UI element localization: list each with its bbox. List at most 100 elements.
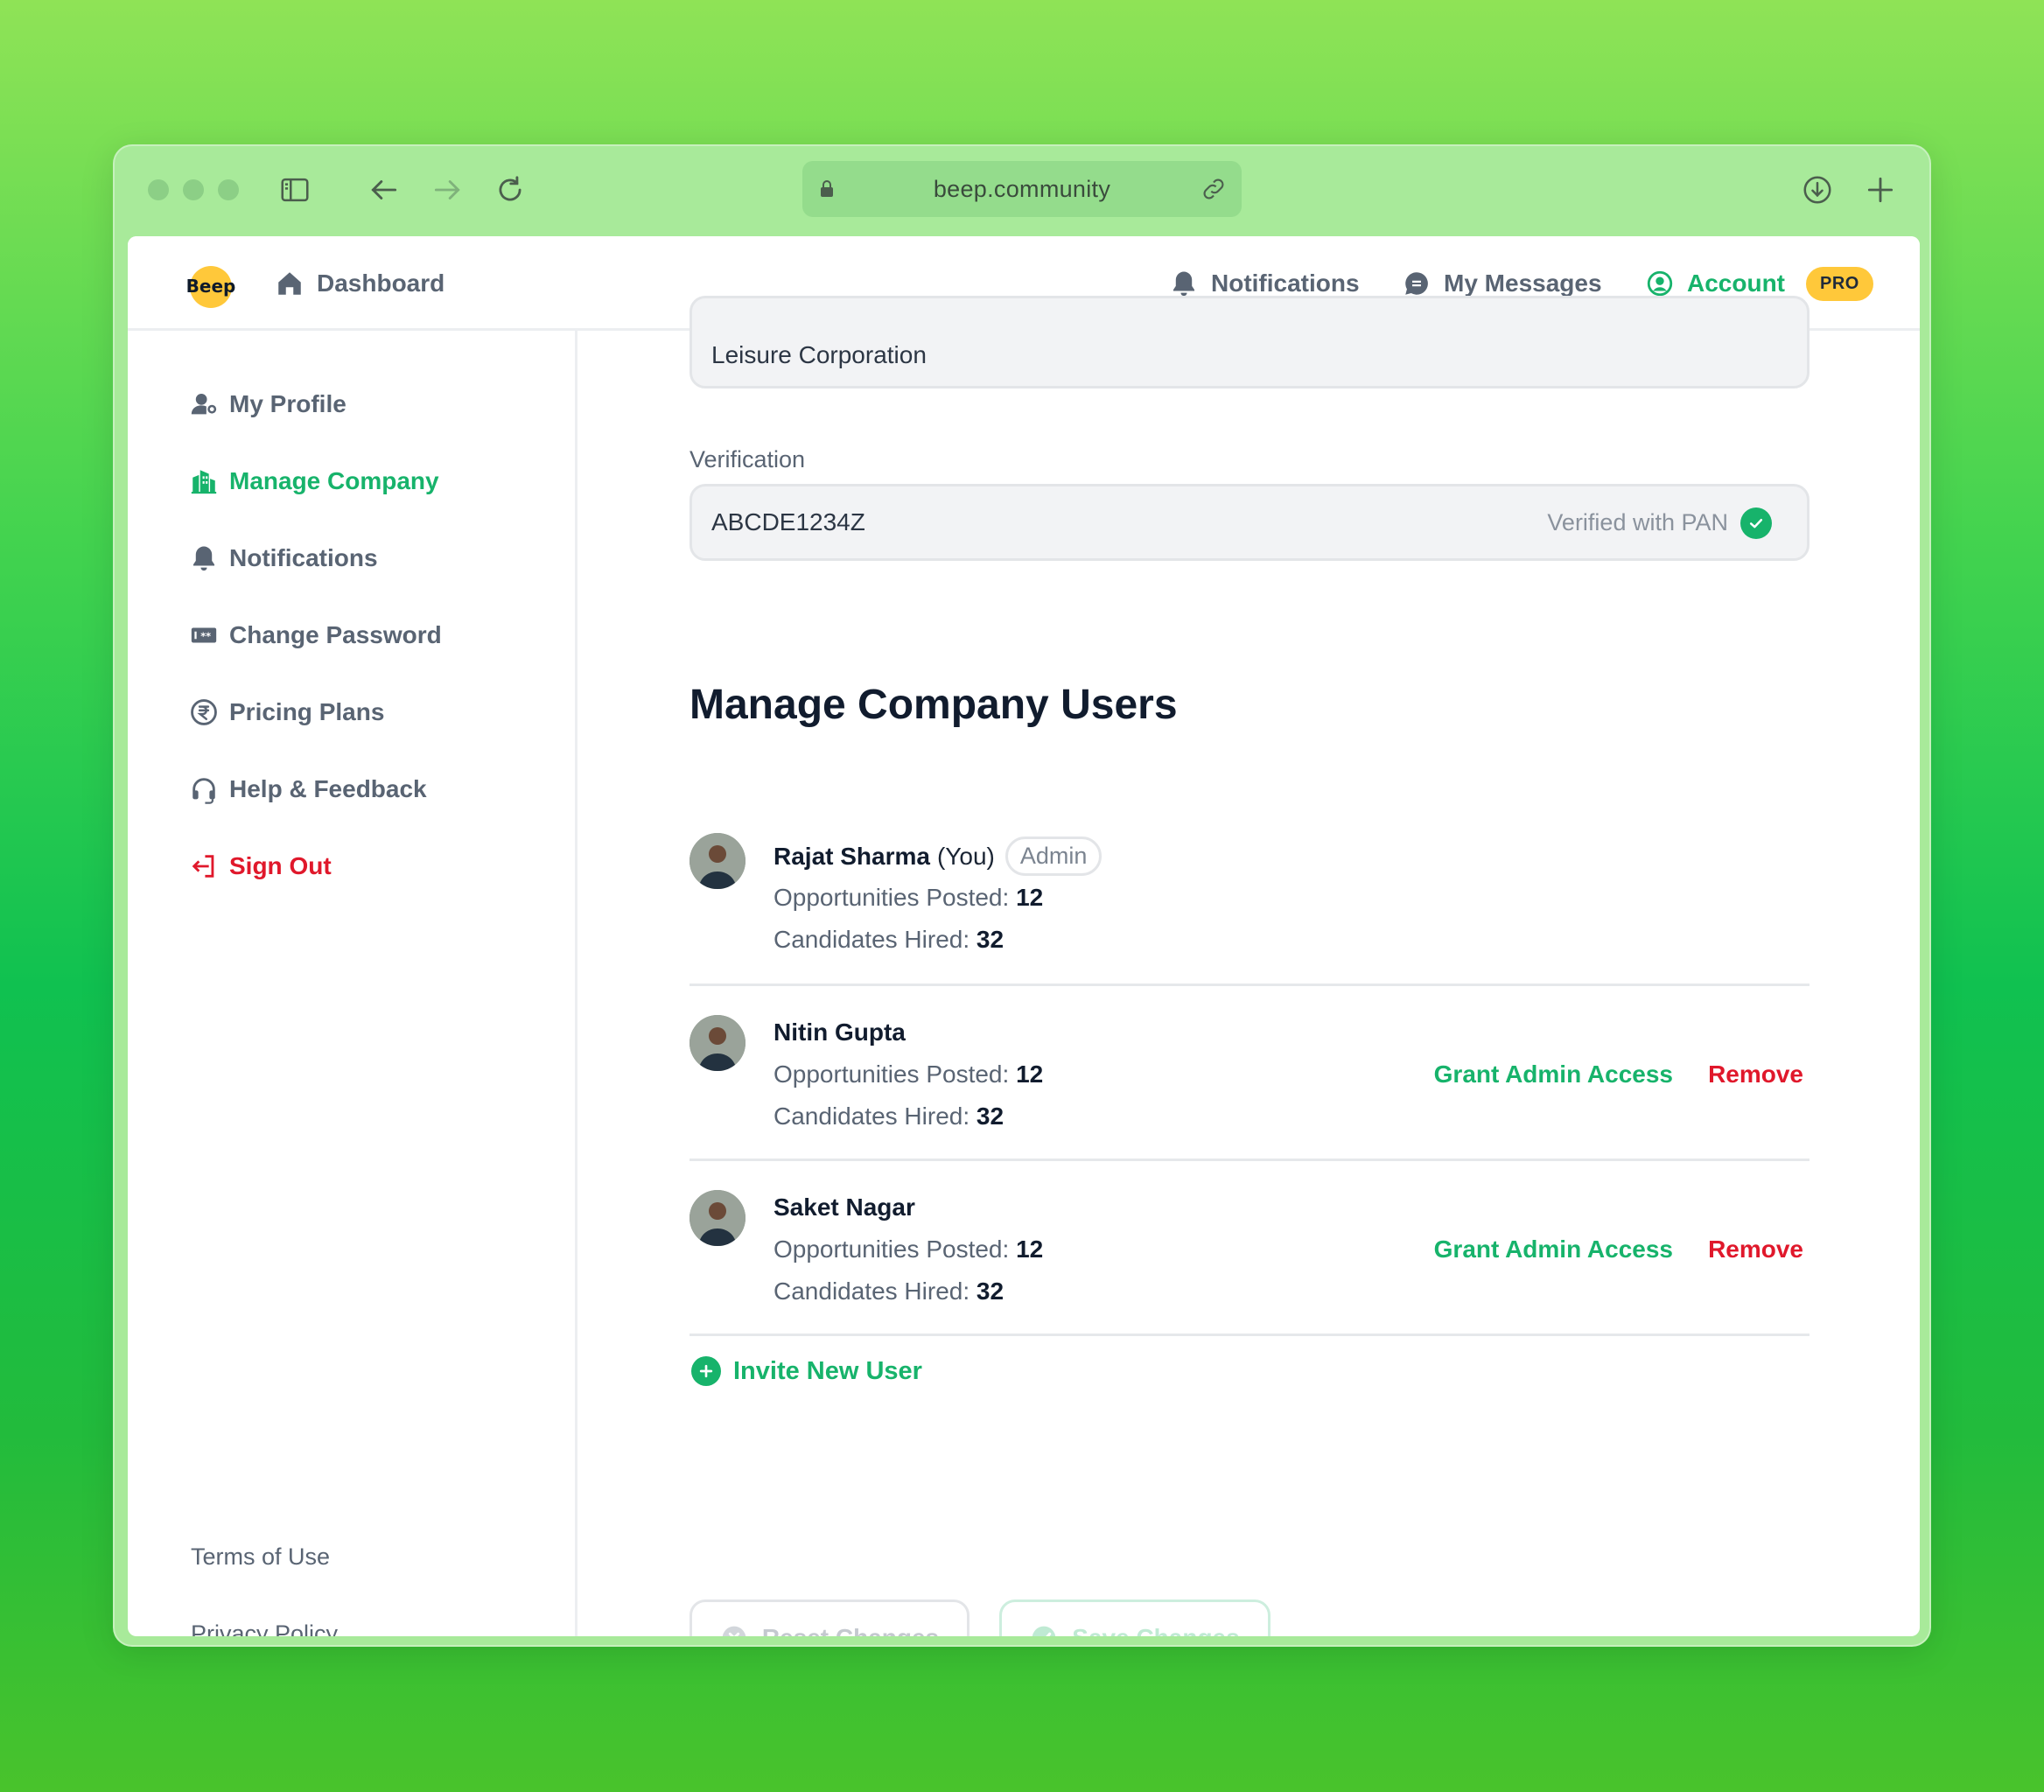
sidebar-item-label: Manage Company: [229, 467, 439, 494]
sidebar-item-change-password[interactable]: ** Change Password: [189, 616, 442, 654]
sidebar-toggle-icon[interactable]: [274, 169, 316, 211]
main-content: Leisure Corporation Verification ABCDE12…: [580, 296, 1920, 1636]
reload-icon[interactable]: [489, 169, 531, 211]
building-icon: [191, 470, 217, 494]
x-circle-icon: [722, 1626, 746, 1636]
remove-user-button[interactable]: Remove: [1708, 1236, 1803, 1264]
nav-notifications-label: Notifications: [1211, 270, 1360, 297]
user-name-text: Saket Nagar: [774, 1194, 915, 1221]
user-name: Rajat Sharma (You) Admin: [774, 836, 1102, 876]
invite-label: Invite New User: [733, 1356, 922, 1385]
nav-dashboard-label: Dashboard: [317, 270, 445, 297]
hired-value: 32: [976, 926, 1004, 953]
candidates-hired: Candidates Hired: 32: [774, 1278, 1004, 1306]
sidebar-item-label: Notifications: [229, 544, 378, 571]
company-name-input[interactable]: Leisure Corporation: [690, 296, 1810, 388]
link-icon[interactable]: [1200, 175, 1228, 203]
user-name-text: Rajat Sharma: [774, 842, 930, 870]
row-divider: [690, 1158, 1810, 1161]
address-bar[interactable]: beep.community: [802, 161, 1242, 217]
sidebar-item-label: Pricing Plans: [229, 698, 385, 725]
pro-badge: PRO: [1806, 266, 1873, 301]
nav-account-label: Account: [1687, 270, 1785, 297]
nav-dashboard[interactable]: Dashboard: [275, 236, 444, 331]
company-name-value: Leisure Corporation: [711, 341, 927, 368]
browser-toolbar: beep.community: [115, 146, 1929, 236]
save-changes-button[interactable]: Save Changes: [999, 1600, 1270, 1636]
candidates-hired: Candidates Hired: 32: [774, 926, 1004, 954]
download-icon[interactable]: [1796, 169, 1838, 211]
section-title-users: Manage Company Users: [690, 682, 1178, 728]
candidates-hired: Candidates Hired: 32: [774, 1102, 1004, 1130]
minimize-window-dot[interactable]: [183, 179, 204, 200]
hired-label: Candidates Hired:: [774, 1278, 970, 1305]
app-window: Beep Dashboard Notifications My Messages…: [128, 236, 1920, 1636]
hired-value: 32: [976, 1102, 1004, 1130]
password-icon: **: [191, 627, 217, 643]
save-label: Save Changes: [1072, 1624, 1239, 1636]
avatar[interactable]: [690, 833, 746, 889]
sidebar-item-label: Help & Feedback: [229, 775, 427, 802]
sign-out-icon: [192, 855, 214, 878]
user-name: Nitin Gupta: [774, 1018, 906, 1046]
posted-label: Opportunities Posted:: [774, 1060, 1010, 1088]
you-label: (You): [936, 842, 995, 870]
beep-logo[interactable]: Beep: [184, 259, 238, 310]
sidebar-item-notifications[interactable]: Notifications: [189, 539, 378, 578]
privacy-link[interactable]: Privacy Policy: [191, 1620, 338, 1636]
posted-value: 12: [1016, 1236, 1044, 1263]
sidebar-item-help-feedback[interactable]: Help & Feedback: [189, 770, 427, 808]
invite-new-user-button[interactable]: Invite New User: [691, 1356, 922, 1386]
plus-circle-icon: [691, 1356, 721, 1386]
forward-arrow-icon[interactable]: [426, 169, 468, 211]
grant-admin-button[interactable]: Grant Admin Access: [1434, 1060, 1673, 1088]
sidebar-item-my-profile[interactable]: My Profile: [189, 385, 346, 424]
maximize-window-dot[interactable]: [218, 179, 239, 200]
grant-admin-button[interactable]: Grant Admin Access: [1434, 1236, 1673, 1264]
verification-label: Verification: [690, 446, 806, 472]
sidebar-item-label: My Profile: [229, 390, 346, 417]
sidebar-item-sign-out[interactable]: Sign Out: [189, 847, 332, 886]
verification-value: ABCDE1234Z: [711, 508, 865, 536]
back-arrow-icon[interactable]: [363, 169, 405, 211]
message-icon: [1405, 272, 1428, 295]
svg-text:**: **: [200, 630, 211, 642]
url-text: beep.community: [933, 175, 1111, 202]
close-window-dot[interactable]: [148, 179, 169, 200]
posted-value: 12: [1016, 1060, 1044, 1088]
check-circle-icon: [1032, 1626, 1056, 1636]
account-icon: [1647, 270, 1673, 297]
browser-window: beep.community Beep Dashboard Notificati…: [113, 144, 1931, 1647]
opportunities-posted: Opportunities Posted: 12: [774, 1060, 1043, 1088]
new-tab-plus-icon[interactable]: [1859, 169, 1901, 211]
terms-link[interactable]: Terms of Use: [191, 1544, 330, 1571]
user-gear-icon: [191, 393, 217, 415]
avatar[interactable]: [690, 1190, 746, 1246]
verified-status-text: Verified with PAN: [1547, 509, 1728, 536]
hired-value: 32: [976, 1278, 1004, 1305]
hired-label: Candidates Hired:: [774, 1102, 970, 1130]
user-name-text: Nitin Gupta: [774, 1018, 906, 1046]
svg-text:Beep: Beep: [186, 276, 236, 297]
sidebar-item-label: Change Password: [229, 621, 442, 648]
rupee-icon: [191, 699, 217, 725]
sidebar: My Profile Manage Company Notifications …: [128, 331, 578, 1636]
avatar[interactable]: [690, 1015, 746, 1071]
remove-user-button[interactable]: Remove: [1708, 1060, 1803, 1088]
opportunities-posted: Opportunities Posted: 12: [774, 1236, 1043, 1264]
posted-label: Opportunities Posted:: [774, 1236, 1010, 1263]
opportunities-posted: Opportunities Posted: 12: [774, 884, 1043, 912]
home-icon: [278, 272, 301, 295]
posted-value: 12: [1016, 884, 1044, 911]
row-divider: [690, 984, 1810, 986]
posted-label: Opportunities Posted:: [774, 884, 1010, 911]
sidebar-item-pricing-plans[interactable]: Pricing Plans: [189, 693, 384, 732]
user-name: Saket Nagar: [774, 1194, 915, 1222]
sidebar-item-manage-company[interactable]: Manage Company: [189, 462, 439, 500]
bell-icon: [1172, 271, 1195, 297]
bell-icon: [192, 546, 215, 571]
verification-input[interactable]: ABCDE1234Z Verified with PAN: [690, 484, 1810, 561]
row-divider: [690, 1334, 1810, 1336]
reset-changes-button[interactable]: Reset Changes: [690, 1600, 970, 1636]
nav-messages-label: My Messages: [1444, 270, 1602, 297]
